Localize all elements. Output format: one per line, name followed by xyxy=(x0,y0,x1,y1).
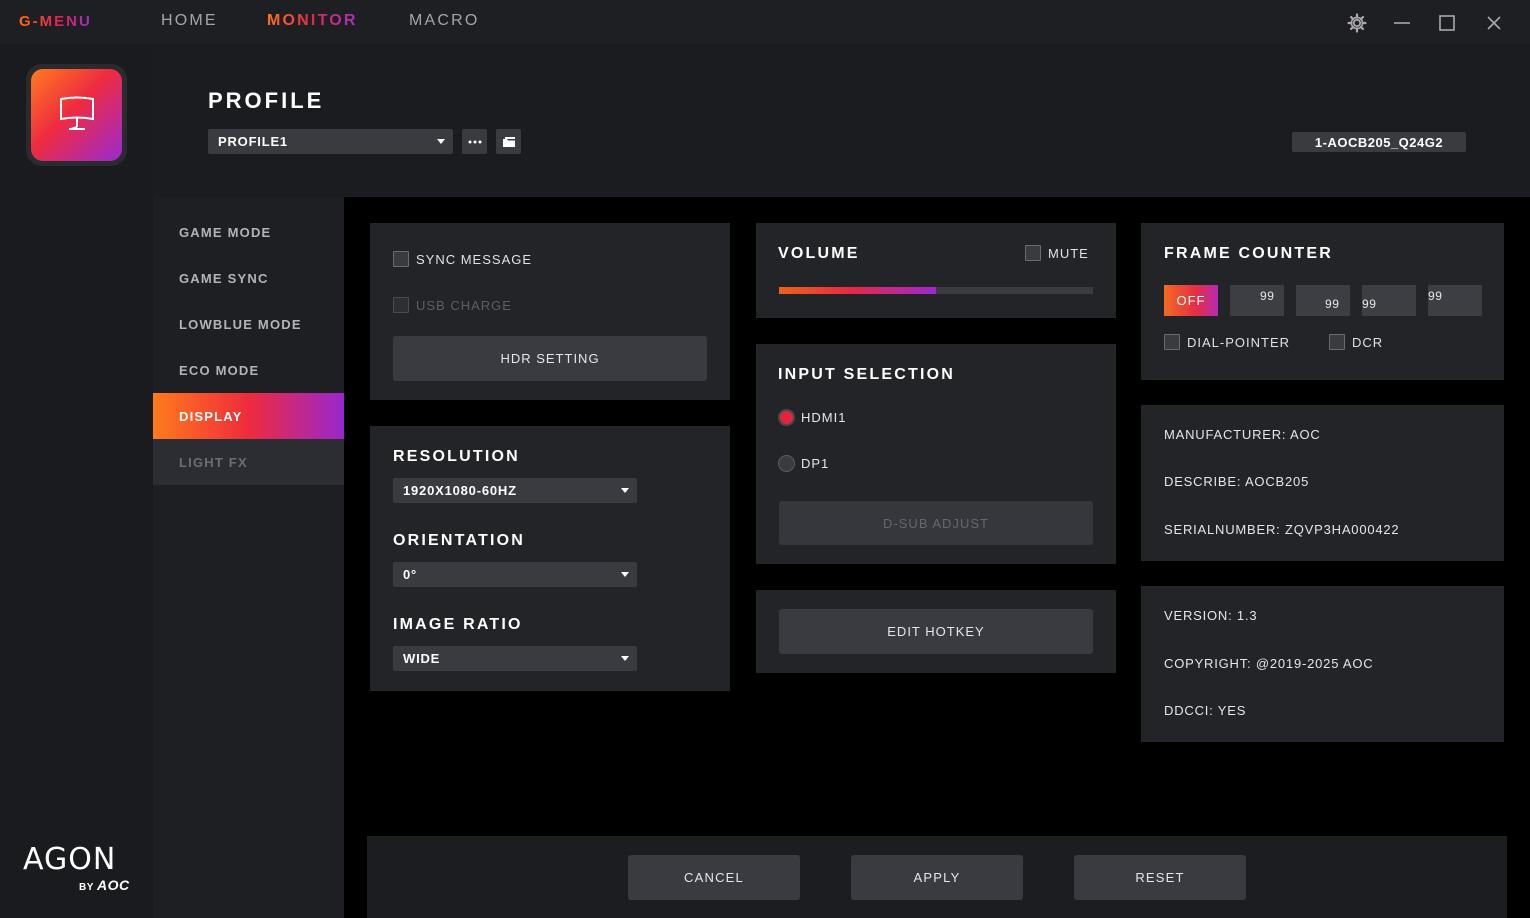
serial-number-text: SERIALNUMBER: ZQVP3HA000422 xyxy=(1164,522,1400,537)
brand-logo: AGON BY AOC xyxy=(23,842,130,894)
dcr-checkbox[interactable]: DCR xyxy=(1329,334,1383,350)
hdmi1-label: HDMI1 xyxy=(801,410,847,425)
sync-message-label: SYNC MESSAGE xyxy=(416,251,533,267)
volume-slider[interactable] xyxy=(779,287,1093,294)
dial-pointer-checkbox[interactable]: DIAL-POINTER xyxy=(1164,334,1290,350)
input-dp1-radio[interactable]: DP1 xyxy=(778,455,829,472)
monitor-id-badge: 1-AOCB205_Q24G2 xyxy=(1292,132,1466,152)
describe-text: DESCRIBE: AOCB205 xyxy=(1164,474,1310,489)
app-logo: G-MENU xyxy=(19,13,92,30)
chevron-down-icon xyxy=(437,138,445,144)
checkbox-box xyxy=(1164,334,1180,350)
hdr-setting-button[interactable]: HDR SETTING xyxy=(393,336,707,381)
dial-pointer-label: DIAL-POINTER xyxy=(1187,334,1291,350)
chevron-down-icon xyxy=(621,487,629,493)
ddcci-text: DDCCI: YES xyxy=(1164,703,1247,718)
maximize-icon[interactable] xyxy=(1434,10,1460,36)
frame-counter-title: FRAME COUNTER xyxy=(1164,245,1334,262)
brand-by: BY xyxy=(79,882,94,893)
usb-charge-checkbox[interactable]: USB CHARGE xyxy=(393,297,512,313)
reset-button[interactable]: RESET xyxy=(1074,855,1246,900)
frame-counter-value-2[interactable]: 99 xyxy=(1296,285,1350,316)
monitor-icon xyxy=(59,96,94,130)
orientation-title: ORIENTATION xyxy=(393,532,526,549)
gear-icon[interactable] xyxy=(1344,10,1370,36)
orientation-select[interactable]: 0° xyxy=(393,562,637,587)
checkbox-box xyxy=(1329,334,1345,350)
sidebar-item-eco-mode[interactable]: ECO MODE xyxy=(153,347,344,393)
resolution-select[interactable]: 1920X1080-60HZ xyxy=(393,478,637,503)
tab-monitor[interactable]: MONITOR xyxy=(267,12,358,30)
brand-maker: AOC xyxy=(97,877,130,893)
radio-selected-icon xyxy=(778,409,795,426)
resolution-title: RESOLUTION xyxy=(393,448,520,465)
frame-counter-value-1[interactable]: 99 xyxy=(1230,285,1284,316)
dsub-adjust-button[interactable]: D-SUB ADJUST xyxy=(779,501,1093,545)
sidebar-item-game-sync[interactable]: GAME SYNC xyxy=(153,255,344,301)
volume-slider-fill xyxy=(779,287,936,294)
cancel-button[interactable]: CANCEL xyxy=(628,855,800,900)
dp1-label: DP1 xyxy=(801,456,830,471)
frame-counter-toggle[interactable]: OFF xyxy=(1164,285,1218,316)
volume-title: VOLUME xyxy=(778,245,860,262)
left-rail xyxy=(0,44,153,918)
sidebar-item-display[interactable]: DISPLAY xyxy=(153,393,344,439)
monitor-app-icon xyxy=(26,64,127,166)
profile-header xyxy=(153,44,1530,197)
checkbox-box xyxy=(393,297,409,313)
resolution-value: 1920X1080-60HZ xyxy=(403,483,517,498)
ellipsis-icon[interactable] xyxy=(462,129,487,154)
profile-title: PROFILE xyxy=(208,88,325,113)
tab-macro[interactable]: MACRO xyxy=(409,12,480,30)
profile-select[interactable]: PROFILE1 xyxy=(208,129,453,154)
sync-message-checkbox[interactable]: SYNC MESSAGE xyxy=(393,251,532,267)
usb-charge-label: USB CHARGE xyxy=(416,297,512,313)
tab-home[interactable]: HOME xyxy=(161,12,218,30)
minimize-icon[interactable] xyxy=(1389,10,1415,36)
chevron-down-icon xyxy=(621,655,629,661)
volume-card xyxy=(756,223,1116,318)
checkbox-box xyxy=(393,251,409,267)
image-ratio-title: IMAGE RATIO xyxy=(393,616,523,633)
chevron-down-icon xyxy=(621,571,629,577)
mute-label: MUTE xyxy=(1048,245,1089,261)
copyright-text: COPYRIGHT: @2019-2025 AOC xyxy=(1164,656,1374,671)
version-text: VERSION: 1.3 xyxy=(1164,608,1258,623)
input-selection-title: INPUT SELECTION xyxy=(778,366,956,383)
checkbox-box xyxy=(1025,245,1041,261)
mute-checkbox[interactable]: MUTE xyxy=(1025,245,1089,261)
orientation-value: 0° xyxy=(403,567,418,582)
close-icon[interactable] xyxy=(1481,10,1507,36)
sidebar-item-lowblue-mode[interactable]: LOWBLUE MODE xyxy=(153,301,344,347)
sidebar-item-game-mode[interactable]: GAME MODE xyxy=(153,209,344,255)
frame-counter-value-3[interactable]: 99 xyxy=(1362,285,1416,316)
settings-sidebar: GAME MODE GAME SYNC LOWBLUE MODE ECO MOD… xyxy=(153,197,344,918)
title-bar: G-MENU HOME MONITOR MACRO xyxy=(0,0,1530,44)
input-hdmi1-radio[interactable]: HDMI1 xyxy=(778,409,846,426)
frame-counter-value-4[interactable]: 99 xyxy=(1428,285,1482,316)
image-ratio-select[interactable]: WIDE xyxy=(393,646,637,671)
radio-unselected-icon xyxy=(778,455,795,472)
folder-icon[interactable] xyxy=(496,129,521,154)
dcr-label: DCR xyxy=(1352,334,1384,350)
edit-hotkey-button[interactable]: EDIT HOTKEY xyxy=(779,609,1093,654)
sidebar-item-light-fx[interactable]: LIGHT FX xyxy=(153,439,344,485)
image-ratio-value: WIDE xyxy=(403,651,441,666)
manufacturer-text: MANUFACTURER: AOC xyxy=(1164,427,1321,442)
profile-select-value: PROFILE1 xyxy=(218,134,288,149)
brand-name: AGON xyxy=(23,842,117,877)
apply-button[interactable]: APPLY xyxy=(851,855,1023,900)
